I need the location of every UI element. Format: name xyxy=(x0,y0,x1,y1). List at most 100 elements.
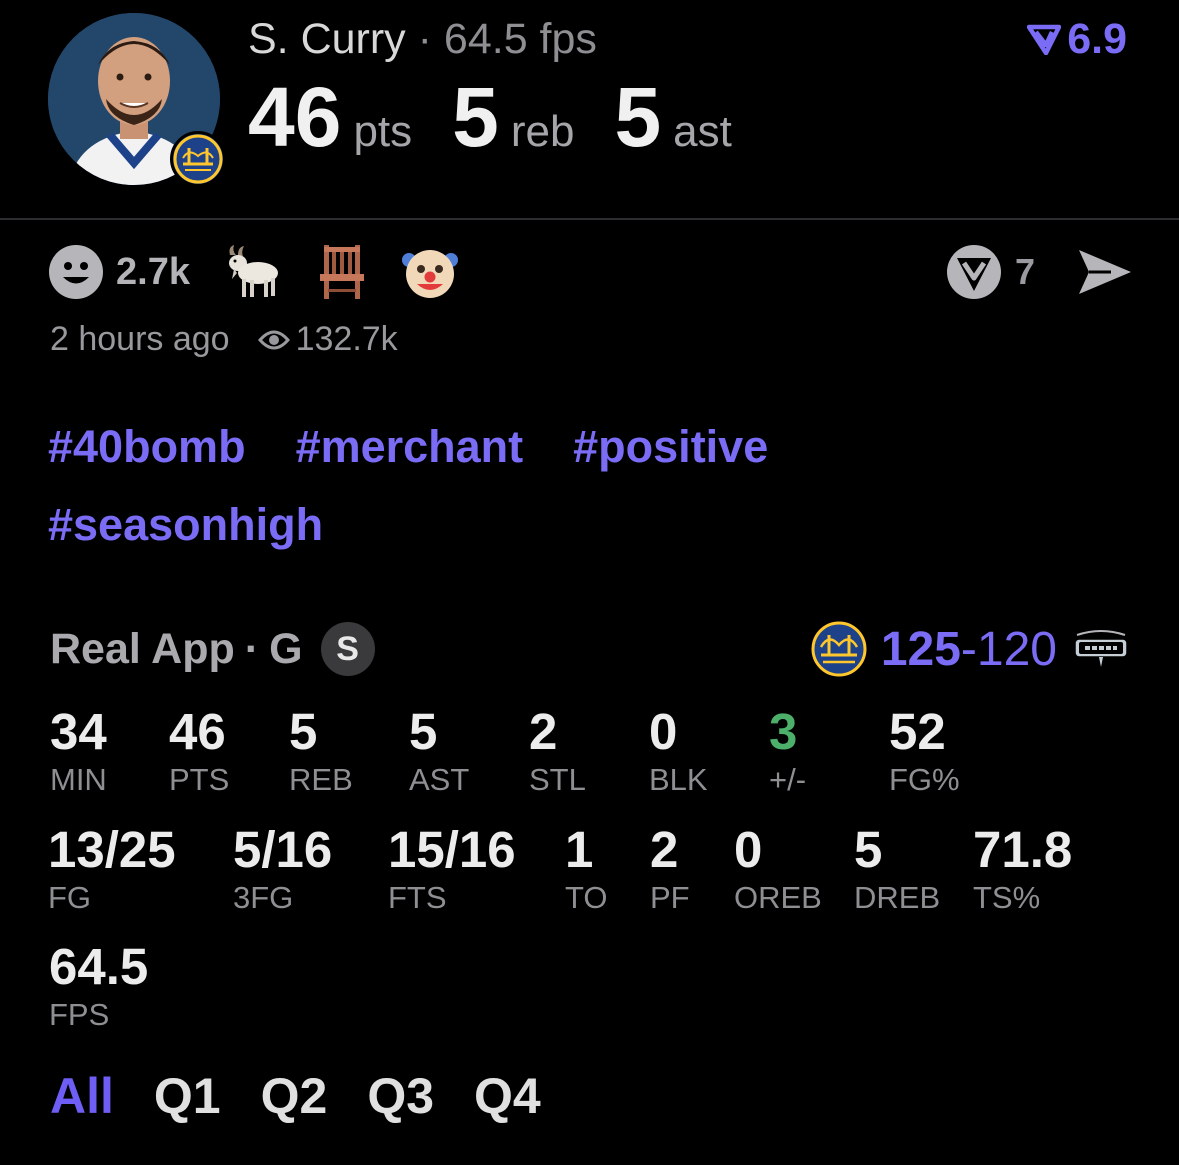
stat-reb: 5 REB xyxy=(289,704,353,798)
stat-fg: 13/25 FG xyxy=(48,822,176,916)
smiley-icon[interactable] xyxy=(48,244,104,300)
hashtag[interactable]: #seasonhigh xyxy=(48,496,323,554)
game-score[interactable]: 125-120 xyxy=(811,620,1131,678)
rating-value: 6.9 xyxy=(1067,15,1127,63)
vote-count: 7 xyxy=(1014,251,1035,292)
stat-label: TS% xyxy=(973,880,1041,915)
post-meta: 2 hours ago 132.7k xyxy=(50,320,398,359)
views-value: 132.7k xyxy=(295,320,398,358)
warriors-logo-icon xyxy=(170,131,226,187)
stat-value: 13/25 xyxy=(48,821,176,878)
time-ago: 2 hours ago xyxy=(50,320,230,358)
stat-value: 52 xyxy=(889,703,946,760)
tab-all[interactable]: All xyxy=(50,1066,114,1126)
stat-ast: 5 AST xyxy=(409,704,469,798)
stat-fg-pct: 52 FG% xyxy=(889,704,960,798)
spurs-logo-icon xyxy=(1071,629,1131,669)
stat-value: 0 xyxy=(649,703,678,760)
headline-stats: 46 pts 5 reb 5 ast xyxy=(248,72,772,162)
stat-label: TO xyxy=(565,880,608,915)
quarter-tabs: All Q1 Q2 Q3 Q4 xyxy=(50,1066,541,1126)
rating-badge[interactable]: 6.9 xyxy=(1027,14,1127,64)
real-vote-icon[interactable] xyxy=(945,243,1003,301)
reaction-bar: 2.7k xyxy=(48,242,496,302)
clown-icon[interactable] xyxy=(401,244,458,300)
points-value: 46 xyxy=(248,70,342,164)
stat-label: FG xyxy=(48,880,92,915)
rebounds-value: 5 xyxy=(452,70,499,164)
stat-to: 1 TO xyxy=(565,822,608,916)
stat-value: 46 xyxy=(169,703,226,760)
stat-min: 34 MIN xyxy=(50,704,107,798)
player-position: G xyxy=(269,624,303,673)
stat-value: 5 xyxy=(409,703,438,760)
stat-value: 34 xyxy=(50,703,107,760)
stat-label: FPS xyxy=(49,997,110,1032)
home-score: 125 xyxy=(880,622,961,676)
stat-value: 3 xyxy=(769,703,798,760)
eye-icon xyxy=(257,330,290,349)
game-source: Real App · G S xyxy=(50,620,375,678)
stat-blk: 0 BLK xyxy=(649,704,708,798)
stat-label: DREB xyxy=(854,880,941,915)
fps-summary: 64.5 fps xyxy=(443,15,597,63)
stat-plus-minus: 3 +/- xyxy=(769,704,806,798)
source-separator: · xyxy=(244,624,260,673)
stat-label: FG% xyxy=(889,762,960,797)
stat-value: 2 xyxy=(529,703,558,760)
stat-dreb: 5 DREB xyxy=(854,822,940,916)
away-score: 120 xyxy=(976,622,1057,676)
stat-label: OREB xyxy=(734,880,822,915)
stat-fps: 64.5 FPS xyxy=(49,939,148,1033)
stat-label: STL xyxy=(529,762,586,797)
stat-label: 3FG xyxy=(233,880,294,915)
hashtag[interactable]: #merchant xyxy=(296,418,524,476)
stat-value: 0 xyxy=(734,821,763,878)
stat-label: BLK xyxy=(649,762,708,797)
assists-value: 5 xyxy=(614,70,662,164)
player-name[interactable]: S. Curry xyxy=(248,15,406,63)
tab-q4[interactable]: Q4 xyxy=(474,1066,541,1126)
stat-oreb: 0 OREB xyxy=(734,822,822,916)
score-dash: - xyxy=(960,622,977,676)
header-divider xyxy=(0,218,1179,220)
stat-value: 1 xyxy=(565,821,594,878)
goat-icon[interactable] xyxy=(224,245,282,299)
warriors-logo-icon xyxy=(811,621,867,677)
stat-label: AST xyxy=(409,762,470,797)
stat-label: PF xyxy=(650,880,690,915)
stat-pts: 46 PTS xyxy=(169,704,229,798)
tab-q1[interactable]: Q1 xyxy=(154,1066,221,1126)
title-separator: · xyxy=(417,15,432,63)
stat-value: 71.8 xyxy=(973,821,1073,878)
source-name: Real App xyxy=(50,624,235,673)
real-logo-icon xyxy=(1027,24,1062,55)
hashtag-list: #40bomb #merchant #positive #seasonhigh xyxy=(48,418,1048,554)
player-title: S. Curry · 64.5 fps xyxy=(248,14,597,64)
score-text: 125-120 xyxy=(881,622,1057,677)
post-actions: 7 xyxy=(945,242,1133,302)
rebounds-unit: reb xyxy=(510,107,575,156)
stat-fts: 15/16 FTS xyxy=(388,822,516,916)
stat-value: 5 xyxy=(854,821,883,878)
starter-badge: S xyxy=(320,622,375,676)
chair-icon[interactable] xyxy=(319,245,364,299)
stat-label: MIN xyxy=(50,762,107,797)
stat-pf: 2 PF xyxy=(650,822,690,916)
stat-value: 15/16 xyxy=(388,821,516,878)
hashtag[interactable]: #40bomb xyxy=(48,418,246,476)
points-unit: pts xyxy=(353,107,413,156)
stat-label: PTS xyxy=(169,762,230,797)
stat-value: 2 xyxy=(650,821,679,878)
tab-q3[interactable]: Q3 xyxy=(367,1066,434,1126)
stat-label: FTS xyxy=(388,880,447,915)
stat-value: 64.5 xyxy=(49,938,149,995)
stat-label: +/- xyxy=(769,762,807,797)
hashtag[interactable]: #positive xyxy=(573,418,768,476)
stat-ts-pct: 71.8 TS% xyxy=(973,822,1072,916)
send-icon[interactable] xyxy=(1077,248,1133,296)
assists-unit: ast xyxy=(673,107,732,156)
stat-value: 5/16 xyxy=(233,821,333,878)
tab-q2[interactable]: Q2 xyxy=(261,1066,328,1126)
stat-label: REB xyxy=(289,762,353,797)
